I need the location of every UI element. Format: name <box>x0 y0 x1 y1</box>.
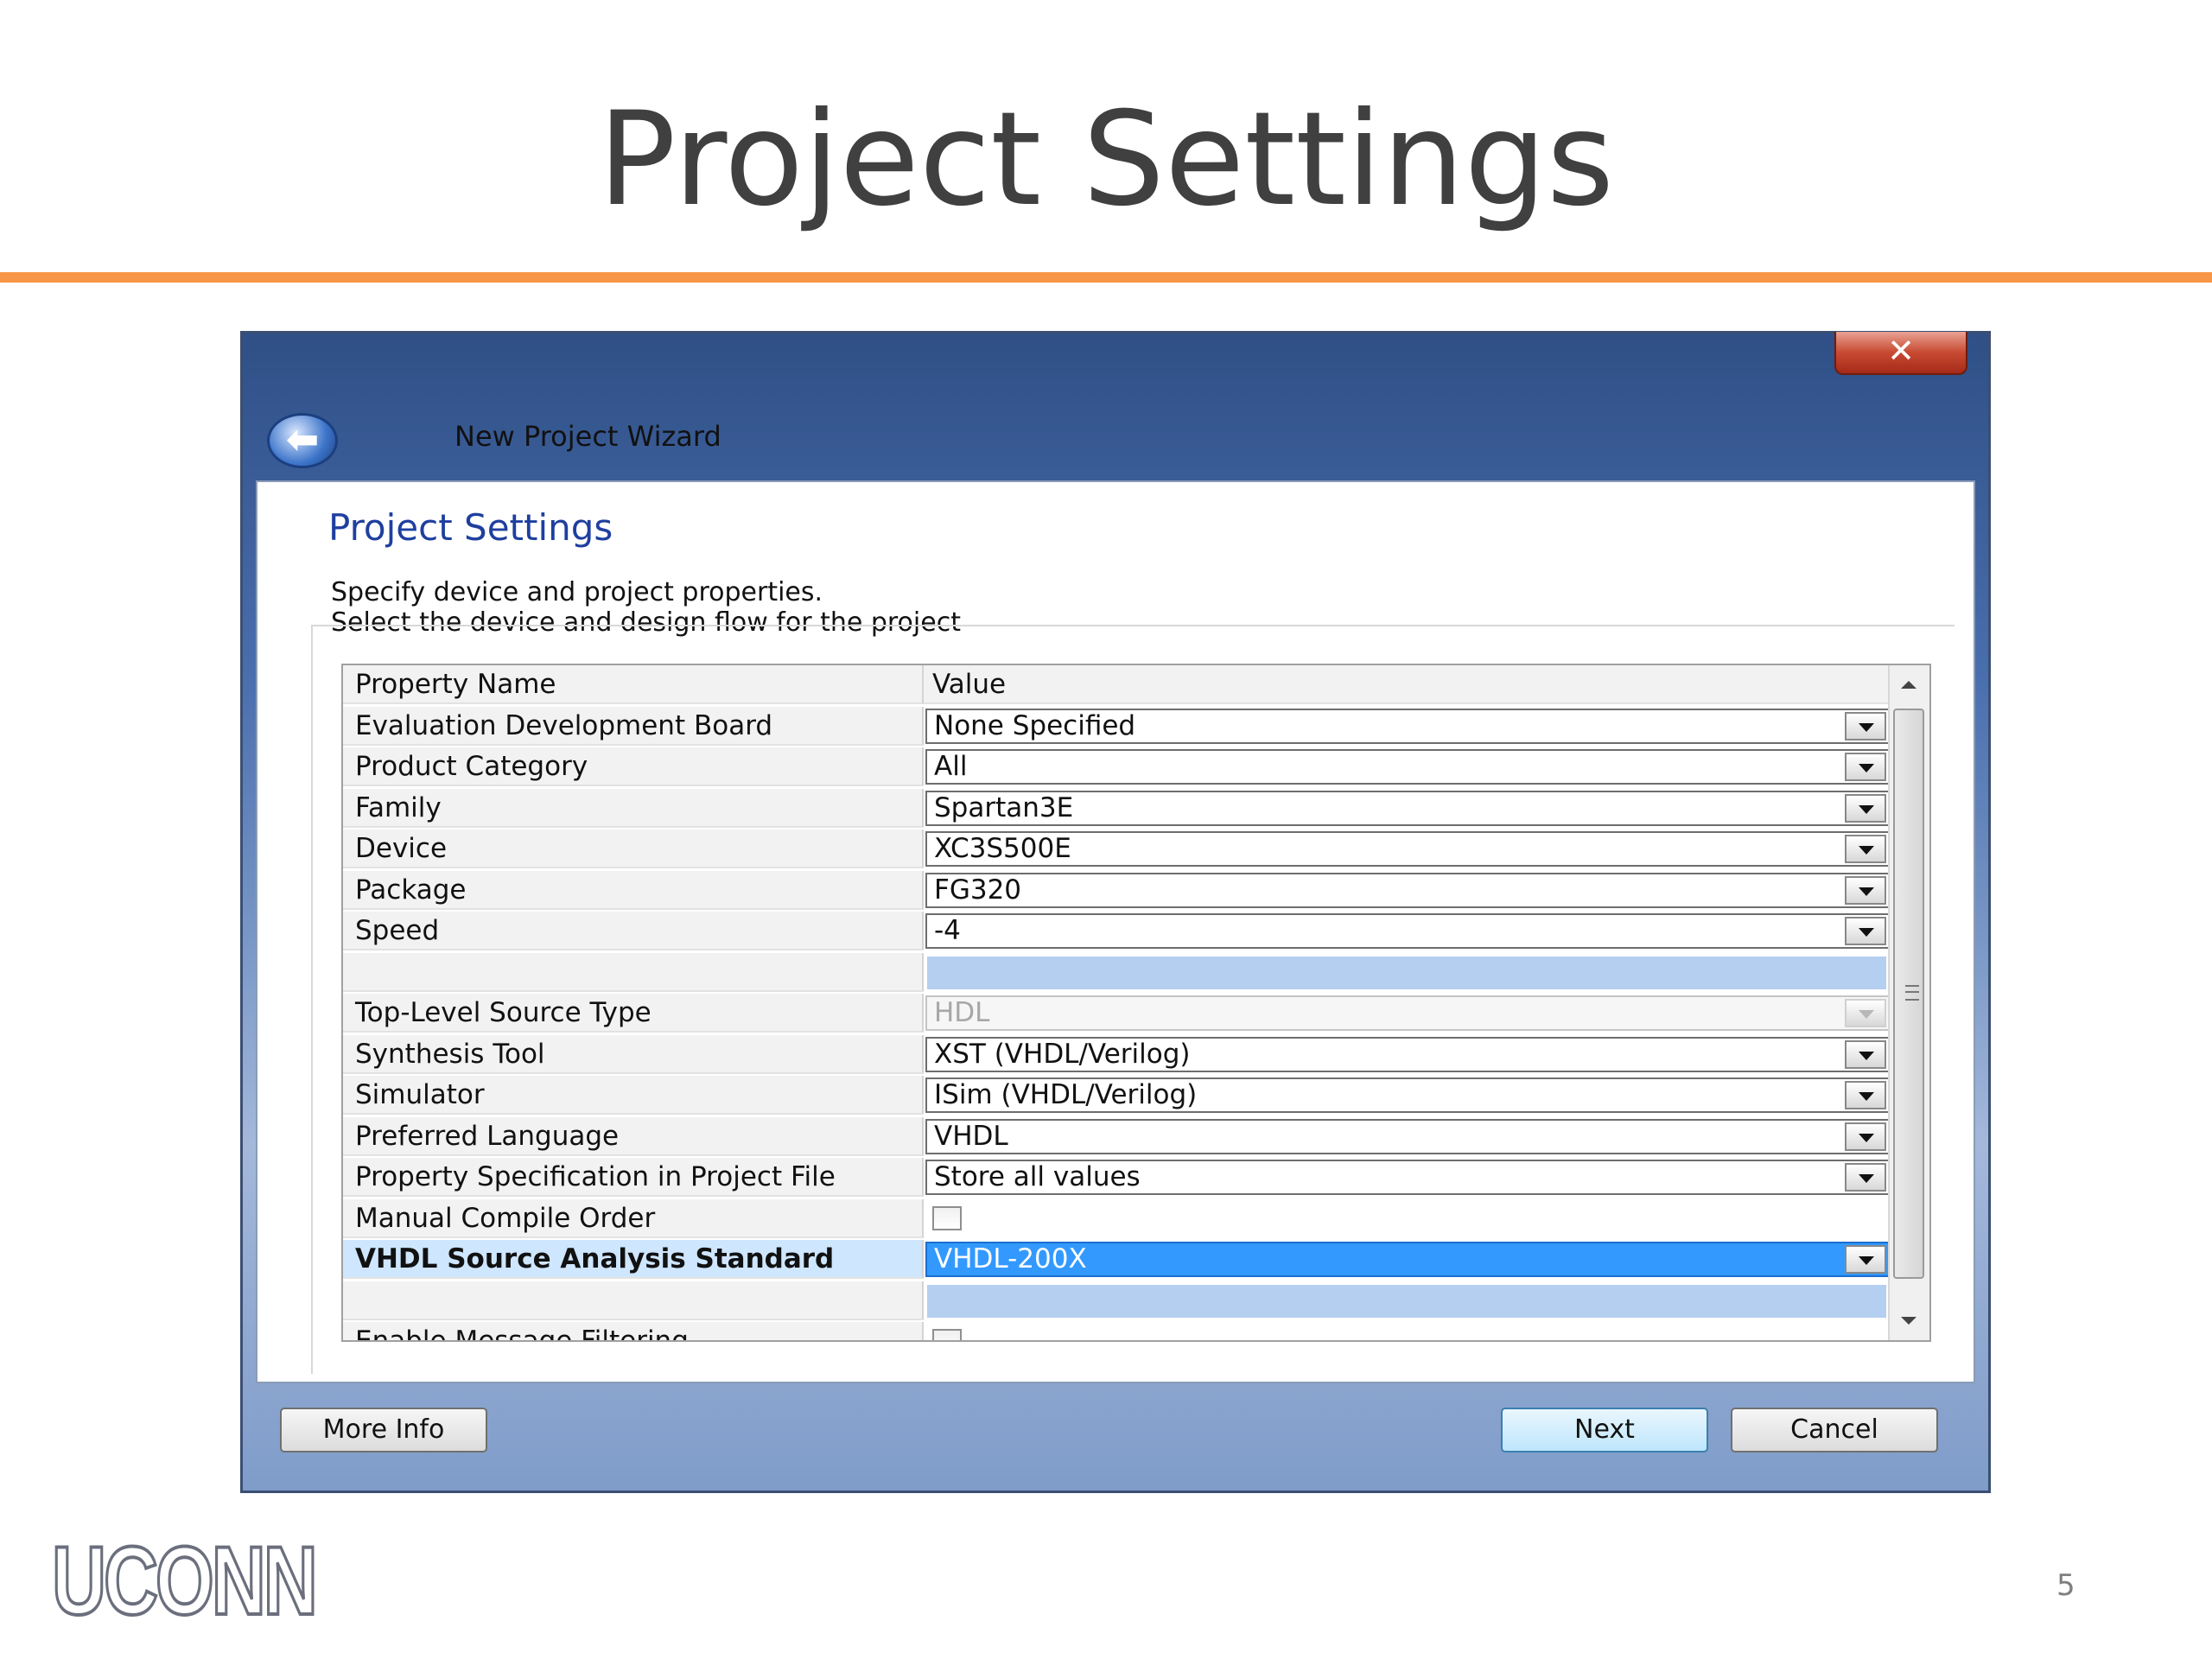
table-row[interactable]: Top-Level Source Type HDL <box>343 994 1890 1034</box>
chevron-down-icon[interactable] <box>1845 1081 1886 1109</box>
chevron-down-icon[interactable] <box>1845 1040 1886 1069</box>
back-arrow-icon: ⬅ <box>285 416 320 462</box>
chevron-down-icon[interactable] <box>1845 712 1886 741</box>
table-row[interactable]: Device XC3S500E <box>343 830 1890 870</box>
table-row[interactable]: Enable Message Filtering <box>343 1322 1890 1340</box>
table-row[interactable]: Manual Compile Order <box>343 1199 1890 1240</box>
table-row[interactable]: Package FG320 <box>343 871 1890 912</box>
property-name-cell: Family <box>343 789 924 828</box>
property-name-cell: Top-Level Source Type <box>343 994 924 1033</box>
table-row[interactable]: Family Spartan3E <box>343 789 1890 830</box>
cancel-button[interactable]: Cancel <box>1731 1408 1938 1452</box>
wizard-window: ✕ ⬅ New Project Wizard Project Settings … <box>240 331 1991 1493</box>
header-value[interactable]: Value <box>924 665 1890 704</box>
title-rule <box>0 272 2212 283</box>
value-checkbox[interactable] <box>932 1329 962 1340</box>
grid-header-row: Property Name Value <box>343 665 1890 706</box>
grip-icon <box>1905 985 1919 1001</box>
chevron-down-icon[interactable] <box>1845 753 1886 781</box>
table-row[interactable]: Preferred Language VHDL <box>343 1117 1890 1158</box>
page-number: 5 <box>2056 1568 2075 1603</box>
value-dropdown[interactable]: FG320 <box>925 873 1890 908</box>
dropdown-value: ISim (VHDL/Verilog) <box>934 1079 1198 1110</box>
property-name-cell: Product Category <box>343 747 924 786</box>
value-dropdown[interactable]: XST (VHDL/Verilog) <box>925 1037 1890 1072</box>
table-row[interactable] <box>343 953 1890 994</box>
dropdown-value: XC3S500E <box>934 833 1071 864</box>
property-name-cell: Simulator <box>343 1076 924 1115</box>
slide-title: Project Settings <box>597 85 1615 235</box>
dropdown-value: -4 <box>934 915 961 946</box>
scroll-thumb[interactable] <box>1893 709 1924 1279</box>
dropdown-value: VHDL-200X <box>934 1243 1087 1274</box>
empty-value-cell <box>927 957 1886 989</box>
description-line-1: Specify device and project properties. <box>331 577 823 607</box>
close-button[interactable]: ✕ <box>1834 332 1967 375</box>
value-dropdown[interactable]: Store all values <box>925 1160 1890 1195</box>
dropdown-value: VHDL <box>934 1121 1008 1152</box>
value-dropdown[interactable]: ISim (VHDL/Verilog) <box>925 1077 1890 1113</box>
dropdown-value: All <box>934 751 968 782</box>
property-name-cell: Speed <box>343 912 924 950</box>
chevron-down-icon[interactable] <box>1845 1163 1886 1192</box>
table-row[interactable]: Synthesis Tool XST (VHDL/Verilog) <box>343 1035 1890 1076</box>
property-name-cell: Synthesis Tool <box>343 1035 924 1074</box>
value-checkbox[interactable] <box>932 1206 962 1230</box>
dropdown-value: None Specified <box>934 710 1136 741</box>
scroll-down-icon[interactable] <box>1901 1317 1916 1325</box>
empty-value-cell <box>927 1285 1886 1318</box>
property-name-cell: VHDL Source Analysis Standard <box>343 1240 924 1279</box>
chevron-down-icon[interactable] <box>1845 794 1886 823</box>
chevron-down-icon[interactable] <box>1845 835 1886 863</box>
property-name-cell <box>343 1281 924 1320</box>
value-dropdown[interactable]: -4 <box>925 913 1890 949</box>
table-row[interactable]: Product Category All <box>343 747 1890 788</box>
back-button[interactable]: ⬅ <box>267 413 338 468</box>
chevron-down-icon[interactable] <box>1845 876 1886 905</box>
chevron-down-icon[interactable] <box>1845 1122 1886 1151</box>
property-name-cell: Property Specification in Project File <box>343 1158 924 1197</box>
property-name-cell: Preferred Language <box>343 1117 924 1156</box>
dropdown-value: FG320 <box>934 874 1022 906</box>
property-grid: Property Name Value Evaluation Developme… <box>341 664 1931 1342</box>
close-icon: ✕ <box>1887 332 1915 370</box>
dropdown-value: HDL <box>934 997 990 1028</box>
table-row[interactable]: Evaluation Development Board None Specifi… <box>343 707 1890 747</box>
value-dropdown[interactable]: Spartan3E <box>925 791 1890 826</box>
property-name-cell: Device <box>343 830 924 868</box>
next-button[interactable]: Next <box>1501 1408 1708 1452</box>
table-row[interactable]: Simulator ISim (VHDL/Verilog) <box>343 1076 1890 1116</box>
property-name-cell <box>343 953 924 992</box>
logo-text: UCONN <box>50 1527 319 1635</box>
table-row[interactable]: Property Specification in Project File St… <box>343 1158 1890 1198</box>
property-name-cell: Package <box>343 871 924 910</box>
dropdown-value: XST (VHDL/Verilog) <box>934 1039 1191 1070</box>
table-row[interactable]: VHDL Source Analysis Standard VHDL-200X <box>343 1240 1890 1281</box>
value-dropdown[interactable]: None Specified <box>925 709 1890 744</box>
property-name-cell: Evaluation Development Board <box>343 707 924 746</box>
value-dropdown[interactable]: VHDL <box>925 1119 1890 1154</box>
window-title: New Project Wizard <box>454 420 721 453</box>
table-row[interactable]: Speed -4 <box>343 912 1890 952</box>
header-property-name[interactable]: Property Name <box>343 665 924 704</box>
table-row[interactable] <box>343 1281 1890 1322</box>
value-dropdown: HDL <box>925 995 1890 1031</box>
value-dropdown[interactable]: XC3S500E <box>925 831 1890 867</box>
property-name-cell: Enable Message Filtering <box>343 1322 924 1340</box>
dropdown-value: Spartan3E <box>934 792 1074 823</box>
more-info-button[interactable]: More Info <box>280 1408 487 1452</box>
vertical-scrollbar[interactable] <box>1888 665 1929 1340</box>
uconn-logo: UCONN <box>50 1527 319 1635</box>
value-dropdown[interactable]: All <box>925 749 1890 785</box>
chevron-down-icon[interactable] <box>1845 1245 1886 1274</box>
page-heading: Project Settings <box>328 506 613 549</box>
scroll-up-icon[interactable] <box>1901 681 1916 689</box>
dropdown-value: Store all values <box>934 1161 1141 1192</box>
chevron-down-icon[interactable] <box>1845 917 1886 945</box>
chevron-down-icon <box>1845 999 1886 1027</box>
property-name-cell: Manual Compile Order <box>343 1199 924 1238</box>
wizard-content: Project Settings Specify device and proj… <box>256 480 1975 1383</box>
value-dropdown[interactable]: VHDL-200X <box>925 1242 1890 1277</box>
